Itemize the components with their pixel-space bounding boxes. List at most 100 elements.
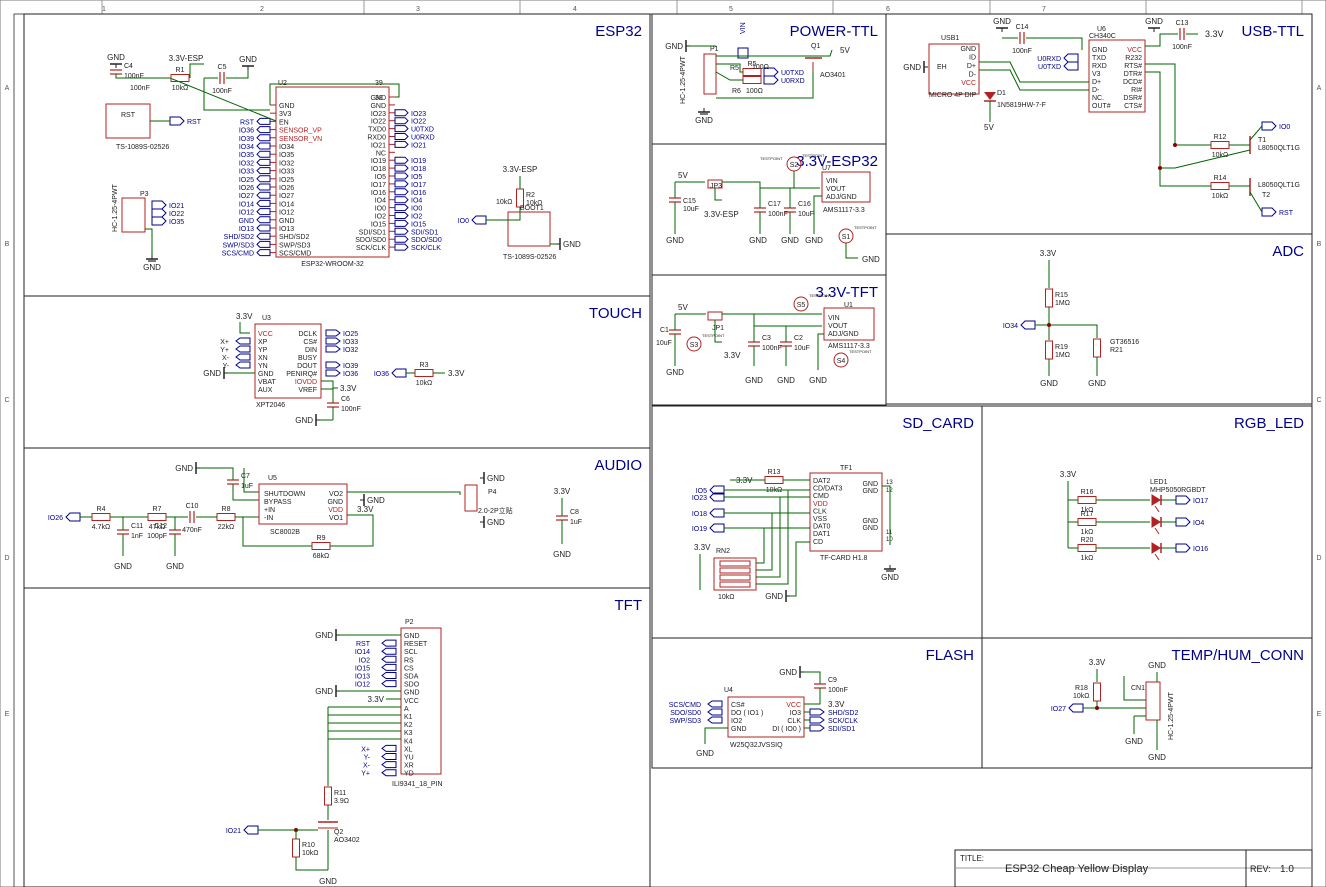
schematic-title: ESP32 Cheap Yellow Display [1005,863,1149,875]
capacitor-ref: C9 [828,677,837,684]
net-port-label: IO18 [692,511,707,518]
title-label: TITLE: [960,854,984,863]
esp32-pin-label: SHD/SD2 [279,234,309,241]
chip-pin-label: TXD [1092,55,1106,62]
net-port [65,512,81,522]
jumper-ref: JP3 [710,183,722,190]
power-net-label: 3.3V [448,369,465,378]
net-port [256,142,271,150]
gnd-label: GND [993,17,1011,26]
usb-pin-label: VCC [961,80,976,87]
net-port-label: SCK/CLK [411,245,441,252]
chip-pin-label: CS# [731,702,745,709]
net-port [394,117,409,125]
connector-pin-label: RS [404,657,414,664]
led-diode [1151,494,1161,506]
testpoint-ref: S1 [842,234,851,241]
socket-ref: TF1 [840,465,853,472]
resistor [1077,544,1097,552]
section-title: USB-TTL [1241,23,1304,40]
socket-part: TF-CARD H1.8 [820,555,868,562]
chip-pin-label: VREF [298,387,317,394]
net-port [763,75,779,85]
esp32-pin-label: IO26 [279,185,294,192]
net-port [707,700,723,708]
chip-pin-label: VCC [786,702,801,709]
net-port-label: IO26 [239,185,254,192]
resistor-value: 10kΩ [496,199,513,206]
net-port-label: SDO/SD0 [670,710,701,717]
net-port [256,158,271,166]
gnd-label: GND [809,376,827,385]
net-port [1175,543,1191,553]
wire [1154,505,1160,513]
chip-pin-label: -IN [264,515,273,522]
power-net-label: 3.3V [368,695,385,704]
testpoint-label: TESTPOINT [854,225,877,230]
capacitor-ref: C14 [1016,24,1029,31]
net-port [256,199,271,207]
wire [979,61,1089,83]
resistor-value: 100Ω [746,88,763,95]
net-port-label: IO22 [169,211,184,218]
net-port [243,825,259,835]
resistor-value: 1kΩ [1081,555,1094,562]
esp32-pin-label: IO5 [375,174,386,181]
net-port-label: IO25 [343,331,358,338]
net-port-label: IO21 [169,203,184,210]
net-port [256,191,271,199]
chip-pin-label: XP [258,339,268,346]
net-port [394,219,409,227]
wire [704,727,728,744]
net-port-label: IO14 [355,649,370,656]
chip-pin-label: IOVDD [295,379,317,386]
rev-label: REV: [1250,864,1271,874]
chip-pin-label: PENIRQ# [286,371,317,378]
wire [790,541,810,597]
column-number: 6 [886,6,890,13]
net-port-label: IO36 [343,371,358,378]
wire [1154,527,1160,535]
capacitor-ref: C8 [570,509,579,516]
esp32-pin-label: NC [376,150,386,157]
chip-pin-label: DIN [305,347,317,354]
section-title: TOUCH [589,305,642,322]
resistor-ref: R20 [1081,537,1094,544]
wire [1249,191,1263,213]
chip-pin-label: DCD# [1123,79,1142,86]
connector-pin-label: SDO [404,682,420,689]
net-port [1063,61,1079,71]
esp32-pin-label: TXD0 [368,127,386,134]
capacitor-value: 100nF [1012,48,1032,55]
net-port [235,361,251,369]
testpoint-label: TESTPOINT [702,333,725,338]
net-port [394,235,409,243]
net-label: X- [222,355,230,362]
net-port [381,663,397,671]
resistor [216,513,236,521]
net-port-label: IO12 [355,682,370,689]
wire [1026,37,1083,50]
resistor-ref: R3 [420,362,429,369]
net-port-label: IO0 [458,218,469,225]
gnd-label: GND [745,376,763,385]
chip-pin-label: DO ( IO1 ) [731,710,763,717]
ldr-part: GT36516 [1110,339,1139,346]
socket-pin-label: CD/DAT3 [813,486,843,493]
connector-part: HC-1.25-4PWT [680,55,687,104]
net-port [394,164,409,172]
net-port-label: IO33 [343,339,358,346]
esp32-pin-label: GND [370,103,386,110]
net-port-label: RST [1279,210,1294,217]
connector-pin-label: CS [404,665,414,672]
connector-ref: P1 [710,46,719,53]
wire [845,243,858,259]
gnd-label: GND [114,562,132,571]
net-port-label: X+ [361,746,370,753]
net-port-label: IO12 [239,210,254,217]
connector-ref: P2 [405,619,414,626]
gnd-label: GND [563,240,581,249]
connector-part: HC-1.25-4PWT [112,183,119,232]
wire [115,74,277,122]
net-port [394,188,409,196]
